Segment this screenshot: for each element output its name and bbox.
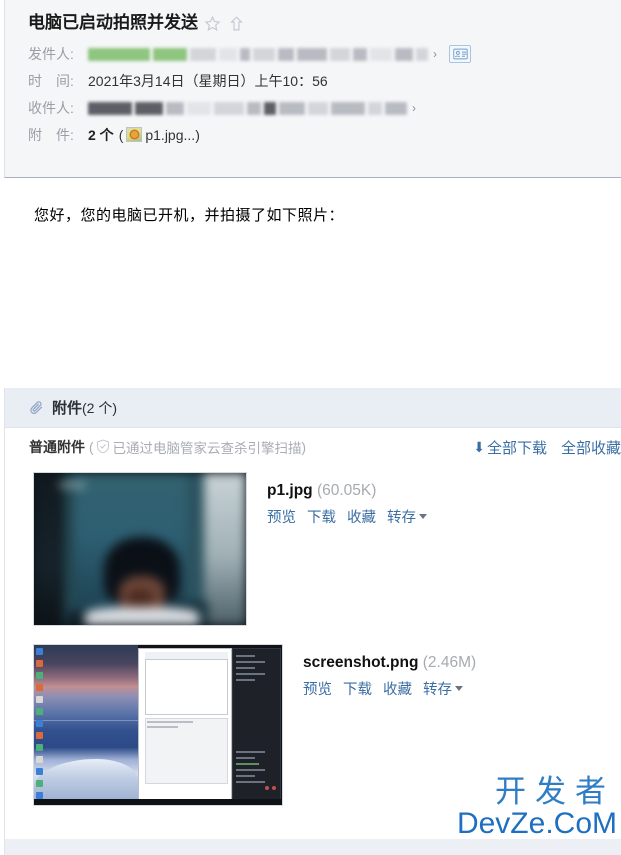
favorite-all-button[interactable]: 全部收藏 (561, 437, 621, 458)
attachments-title: 附件 (52, 400, 83, 417)
download-link[interactable]: 下载 (307, 506, 336, 527)
attachment-item: screenshot.png (2.46M) 预览 下载 收藏 转存 (5, 644, 621, 806)
sender-row: 发件人: › (28, 40, 621, 67)
file-name-row: screenshot.png (2.46M) (303, 654, 476, 672)
flag-up-icon[interactable] (227, 14, 246, 33)
bulk-action-links: ⬇ 全部下载 全部收藏 (473, 437, 621, 458)
file-name[interactable]: screenshot.png (303, 654, 418, 671)
attachment-label: 附 件: (28, 126, 74, 143)
contact-card-icon[interactable] (449, 44, 471, 63)
page-title: 电脑已启动拍照并发送 (28, 13, 198, 32)
image-file-icon (126, 127, 143, 142)
scan-paren-open: ( (89, 439, 94, 455)
attachment-group-row: 普通附件 ( 已通过电脑管家云查杀引擎扫描 ) ⬇ 全部下载 全部收藏 (5, 428, 621, 466)
recipient-value-redacted (88, 100, 410, 116)
download-arrow-icon: ⬇ (473, 438, 485, 455)
attachment-first-name[interactable]: p1.jpg... (145, 127, 195, 143)
email-meta-fields: 发件人: › 时 间: 2021年3月14日（星期日）上午10：56 收件人: … (5, 38, 621, 148)
chevron-down-icon (419, 514, 427, 519)
attachments-header: 附件 (2 个) (5, 388, 621, 428)
recipient-label: 收件人: (28, 99, 74, 116)
attachment-file-info: p1.jpg (60.05K) 预览 下载 收藏 转存 (247, 472, 427, 626)
attachment-count: 2 个 (88, 126, 114, 143)
attachment-paren-close: ) (195, 126, 200, 143)
attachments-count: (2 个) (82, 399, 118, 416)
preview-link[interactable]: 预览 (267, 506, 296, 527)
file-name[interactable]: p1.jpg (267, 482, 313, 499)
scan-status: ( 已通过电脑管家云查杀引擎扫描 ) (89, 437, 306, 457)
save-to-link[interactable]: 转存 (387, 506, 427, 527)
favorite-link[interactable]: 收藏 (347, 506, 376, 527)
screenshot-thumbnail[interactable] (33, 644, 283, 806)
email-header: 电脑已启动拍照并发送 发件人: › 时 间: 2021年3月14日（星期日）上午… (4, 0, 621, 178)
scan-paren-close: ) (301, 439, 307, 455)
file-actions: 预览 下载 收藏 转存 (267, 506, 427, 527)
file-actions: 预览 下载 收藏 转存 (303, 678, 476, 699)
attachments-panel: 附件 (2 个) 普通附件 ( 已通过电脑管家云查杀引擎扫描 ) ⬇ 全部下载 … (4, 388, 621, 839)
attachment-summary-row: 附 件: 2 个 ( p1.jpg... ) (28, 121, 621, 148)
star-icon[interactable] (203, 14, 222, 33)
time-row: 时 间: 2021年3月14日（星期日）上午10：56 (28, 67, 621, 94)
subject-row: 电脑已启动拍照并发送 (5, 0, 621, 38)
recipient-row: 收件人: › (28, 94, 621, 121)
paperclip-icon (29, 399, 46, 416)
attachment-item: p1.jpg (60.05K) 预览 下载 收藏 转存 (5, 472, 621, 626)
download-link[interactable]: 下载 (343, 678, 372, 699)
time-value: 2021年3月14日（星期日）上午10：56 (88, 72, 328, 89)
scan-text: 已通过电脑管家云查杀引擎扫描 (112, 441, 302, 456)
bottom-strip (4, 839, 621, 855)
download-all-button[interactable]: ⬇ 全部下载 (473, 437, 547, 458)
save-to-label: 转存 (423, 682, 452, 698)
email-detail-view: 电脑已启动拍照并发送 发件人: › 时 间: 2021年3月14日（星期日）上午… (0, 0, 621, 855)
time-label: 时 间: (28, 72, 74, 89)
recipient-expand-arrow-icon[interactable]: › (412, 101, 416, 115)
attachment-file-info: screenshot.png (2.46M) 预览 下载 收藏 转存 (283, 644, 476, 806)
preview-link[interactable]: 预览 (303, 678, 332, 699)
attachment-group-title: 普通附件 (29, 439, 85, 455)
email-body: 您好，您的电脑已开机，并拍摄了如下照片： (4, 178, 621, 388)
file-name-row: p1.jpg (60.05K) (267, 482, 427, 500)
favorite-link[interactable]: 收藏 (383, 678, 412, 699)
sender-value-redacted (88, 46, 431, 62)
shield-check-icon (96, 439, 111, 455)
attachment-paren-open: ( (118, 126, 124, 143)
save-to-link[interactable]: 转存 (423, 678, 463, 699)
save-to-label: 转存 (387, 510, 416, 526)
body-paragraph: 您好，您的电脑已开机，并拍摄了如下照片： (34, 207, 345, 224)
sender-expand-arrow-icon[interactable]: › (433, 47, 437, 61)
download-all-label: 全部下载 (486, 439, 547, 457)
chevron-down-icon (455, 686, 463, 691)
photo-thumbnail[interactable] (33, 472, 247, 626)
favorite-all-label: 全部收藏 (560, 439, 621, 457)
file-size: (2.46M) (422, 654, 477, 671)
sender-label: 发件人: (28, 45, 74, 62)
file-size: (60.05K) (316, 482, 377, 499)
